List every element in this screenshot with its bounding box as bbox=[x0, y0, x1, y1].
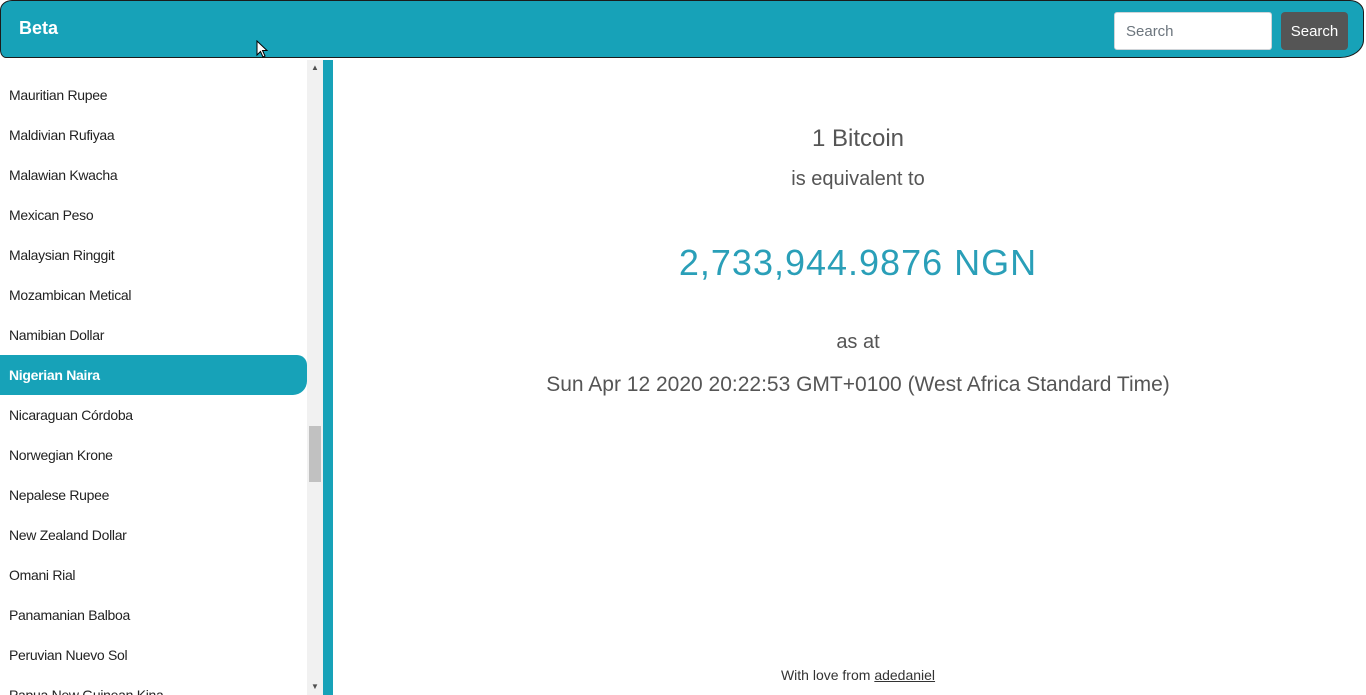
sidebar-item-macanese-pataca[interactable]: Macanese Pataca bbox=[0, 60, 307, 75]
sidebar-item-panamanian-balboa[interactable]: Panamanian Balboa bbox=[0, 595, 307, 635]
sidebar-item-omani-rial[interactable]: Omani Rial bbox=[0, 555, 307, 595]
search-input[interactable] bbox=[1114, 12, 1272, 50]
brand-logo[interactable]: Beta bbox=[19, 18, 58, 39]
converted-amount: 2,733,944.9876 NGN bbox=[678, 242, 1038, 283]
sidebar-item-malawian-kwacha[interactable]: Malawian Kwacha bbox=[0, 155, 307, 195]
sidebar-item-nicaraguan-c-rdoba[interactable]: Nicaraguan Córdoba bbox=[0, 395, 307, 435]
currency-list: Macanese PatacaMauritian RupeeMaldivian … bbox=[0, 60, 307, 695]
conversion-panel: 1 Bitcoin is equivalent to 2,733,944.987… bbox=[333, 60, 1366, 695]
currency-sidebar: Macanese PatacaMauritian RupeeMaldivian … bbox=[0, 60, 308, 695]
sidebar-item-nepalese-rupee[interactable]: Nepalese Rupee bbox=[0, 475, 307, 515]
sidebar-item-mauritian-rupee[interactable]: Mauritian Rupee bbox=[0, 75, 307, 115]
sidebar-item-malaysian-ringgit[interactable]: Malaysian Ringgit bbox=[0, 235, 307, 275]
equivalent-label: is equivalent to bbox=[791, 168, 925, 190]
sidebar-item-mozambican-metical[interactable]: Mozambican Metical bbox=[0, 275, 307, 315]
sidebar-item-mexican-peso[interactable]: Mexican Peso bbox=[0, 195, 307, 235]
sidebar-item-norwegian-krone[interactable]: Norwegian Krone bbox=[0, 435, 307, 475]
footer-text: With love from bbox=[780, 667, 875, 683]
scroll-up-arrow-icon[interactable]: ▲ bbox=[307, 60, 323, 76]
scroll-down-arrow-icon[interactable]: ▼ bbox=[307, 679, 323, 695]
sidebar-item-papua-new-guinean-kina[interactable]: Papua New Guinean Kina bbox=[0, 675, 307, 695]
search-button[interactable]: Search bbox=[1281, 12, 1348, 50]
sidebar-divider bbox=[323, 60, 333, 695]
source-amount: 1 Bitcoin bbox=[811, 125, 905, 152]
sidebar-scrollbar[interactable]: ▲ ▼ bbox=[307, 60, 323, 695]
sidebar-item-new-zealand-dollar[interactable]: New Zealand Dollar bbox=[0, 515, 307, 555]
sidebar-item-nigerian-naira[interactable]: Nigerian Naira bbox=[0, 355, 307, 395]
as-at-label: as at bbox=[836, 331, 880, 353]
mouse-cursor-icon bbox=[256, 40, 269, 58]
sidebar-item-peruvian-nuevo-sol[interactable]: Peruvian Nuevo Sol bbox=[0, 635, 307, 675]
navbar: Beta Search bbox=[0, 0, 1364, 58]
conversion-timestamp: Sun Apr 12 2020 20:22:53 GMT+0100 (West … bbox=[546, 373, 1170, 396]
footer: With love from adedaniel bbox=[333, 667, 1366, 683]
author-link[interactable]: adedaniel bbox=[874, 667, 935, 683]
sidebar-item-namibian-dollar[interactable]: Namibian Dollar bbox=[0, 315, 307, 355]
scroll-thumb[interactable] bbox=[309, 426, 321, 482]
sidebar-item-maldivian-rufiyaa[interactable]: Maldivian Rufiyaa bbox=[0, 115, 307, 155]
